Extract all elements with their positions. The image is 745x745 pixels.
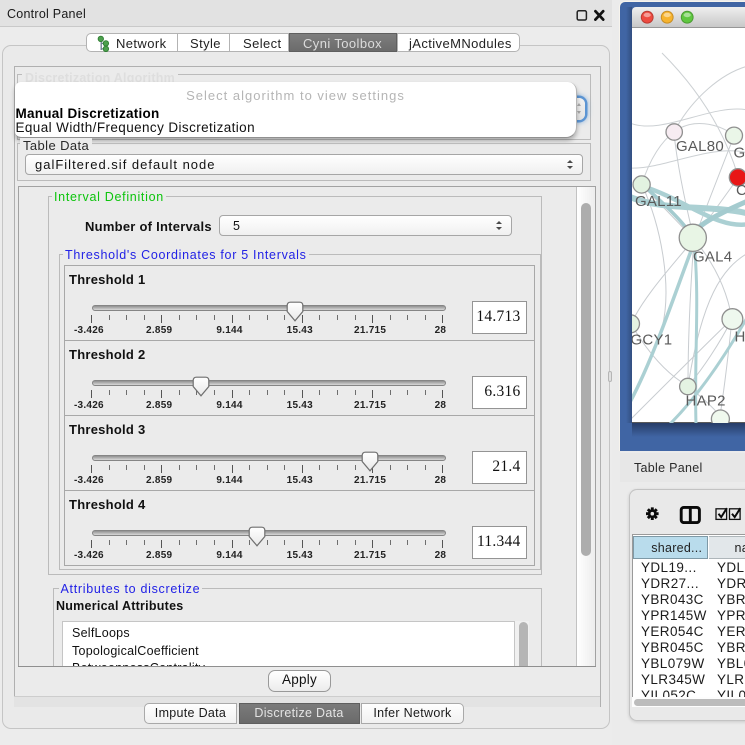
- svg-text:GAL4: GAL4: [693, 249, 732, 266]
- svg-text:HAP2: HAP2: [685, 393, 725, 410]
- svg-text:GAL80: GAL80: [676, 138, 724, 155]
- svg-text:GA: GA: [733, 145, 745, 162]
- svg-text:GCY1: GCY1: [632, 332, 672, 349]
- svg-text:GAL11: GAL11: [635, 193, 682, 210]
- svg-text:C: C: [736, 182, 745, 199]
- svg-text:HI: HI: [734, 329, 745, 346]
